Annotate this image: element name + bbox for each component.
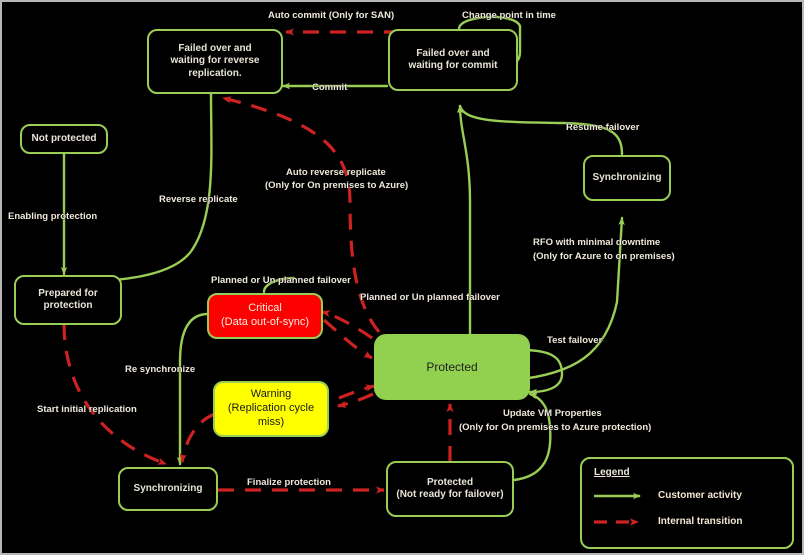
state-label-line: Failed over and xyxy=(416,47,490,59)
state-label-line: Synchronizing xyxy=(592,171,662,183)
state-label-line: (Replication cycle xyxy=(227,402,315,415)
edge-label-enabling-protection: Enabling protection xyxy=(8,211,98,222)
state-warning[interactable]: Warning (Replication cycle miss) xyxy=(213,381,329,437)
edge-label-change-point-in-time: Change point in time xyxy=(462,10,556,21)
legend-title: Legend xyxy=(594,467,630,478)
state-label-line: waiting for reverse xyxy=(170,55,260,67)
state-label-line: (Data out-of-sync) xyxy=(220,316,310,328)
state-label-line: Protected xyxy=(426,359,478,374)
state-label-line: Warning xyxy=(250,388,292,401)
state-failed-over-waiting-reverse-replication[interactable]: Failed over and waiting for reverse repl… xyxy=(147,29,283,94)
state-critical[interactable]: Critical (Data out-of-sync) xyxy=(207,293,323,339)
edge-label-start-initial-replication: Start initial replication xyxy=(37,404,137,415)
state-protected-not-ready-for-failover[interactable]: Protected (Not ready for failover) xyxy=(386,461,514,517)
state-label-line: replication. xyxy=(188,67,242,79)
state-label-line: miss) xyxy=(257,415,285,428)
state-label-line: Prepared for xyxy=(38,287,98,299)
edge-label-finalize-protection: Finalize protection xyxy=(247,477,331,488)
state-synchronizing-right[interactable]: Synchronizing xyxy=(583,155,671,201)
edge-label-re-synchronize: Re synchronize xyxy=(125,364,196,375)
state-failed-over-waiting-commit[interactable]: Failed over and waiting for commit xyxy=(388,29,518,91)
edge-label-test-failover: Test failover xyxy=(547,335,603,346)
state-label-line: Critical xyxy=(248,302,282,315)
edge-label-rfo-minimal-downtime-line2: (Only for Azure to on premises) xyxy=(533,251,675,262)
diagram-canvas: Failed over and waiting for reverse repl… xyxy=(0,0,804,555)
edge-label-resume-failover: Resume failover xyxy=(566,122,640,133)
edge-label-reverse-replicate: Reverse replicate xyxy=(159,194,238,205)
legend-label-customer-activity: Customer activity xyxy=(658,490,742,501)
edge-label-rfo-minimal-downtime-line1: RFO with minimal downtime xyxy=(533,237,661,248)
edge-label-update-vm-properties-line2: (Only for On premises to Azure protectio… xyxy=(459,422,652,433)
state-prepared-for-protection[interactable]: Prepared for protection xyxy=(14,275,122,325)
edge-label-commit: Commit xyxy=(312,82,348,93)
state-label-line: Protected xyxy=(426,476,474,488)
legend-label-internal-transition: Internal transition xyxy=(658,516,743,527)
legend-panel: Legend Customer activity Internal transi… xyxy=(580,457,794,549)
state-not-protected[interactable]: Not protected xyxy=(20,124,108,154)
edge-label-auto-reverse-replicate-line2: (Only for On premises to Azure) xyxy=(265,180,409,191)
state-label-line: Failed over and xyxy=(178,42,252,54)
edge-label-planned-unplanned-failover-left: Planned or Un planned failover xyxy=(211,275,351,286)
state-label-line: Synchronizing xyxy=(133,482,203,494)
edge-label-auto-commit: Auto commit (Only for SAN) xyxy=(268,10,395,21)
edge-label-auto-reverse-replicate-line1: Auto reverse replicate xyxy=(286,167,386,178)
state-synchronizing-bottom[interactable]: Synchronizing xyxy=(118,467,218,511)
edge-label-update-vm-properties-line1: Update VM Properties xyxy=(503,408,602,419)
state-label-line: Not protected xyxy=(31,132,97,144)
state-label-line: (Not ready for failover) xyxy=(396,489,504,500)
state-label-line: waiting for commit xyxy=(408,60,498,71)
state-protected[interactable]: Protected xyxy=(374,334,530,400)
state-label-line: protection xyxy=(43,300,93,311)
edge-label-planned-unplanned-failover-right: Planned or Un planned failover xyxy=(360,292,500,303)
